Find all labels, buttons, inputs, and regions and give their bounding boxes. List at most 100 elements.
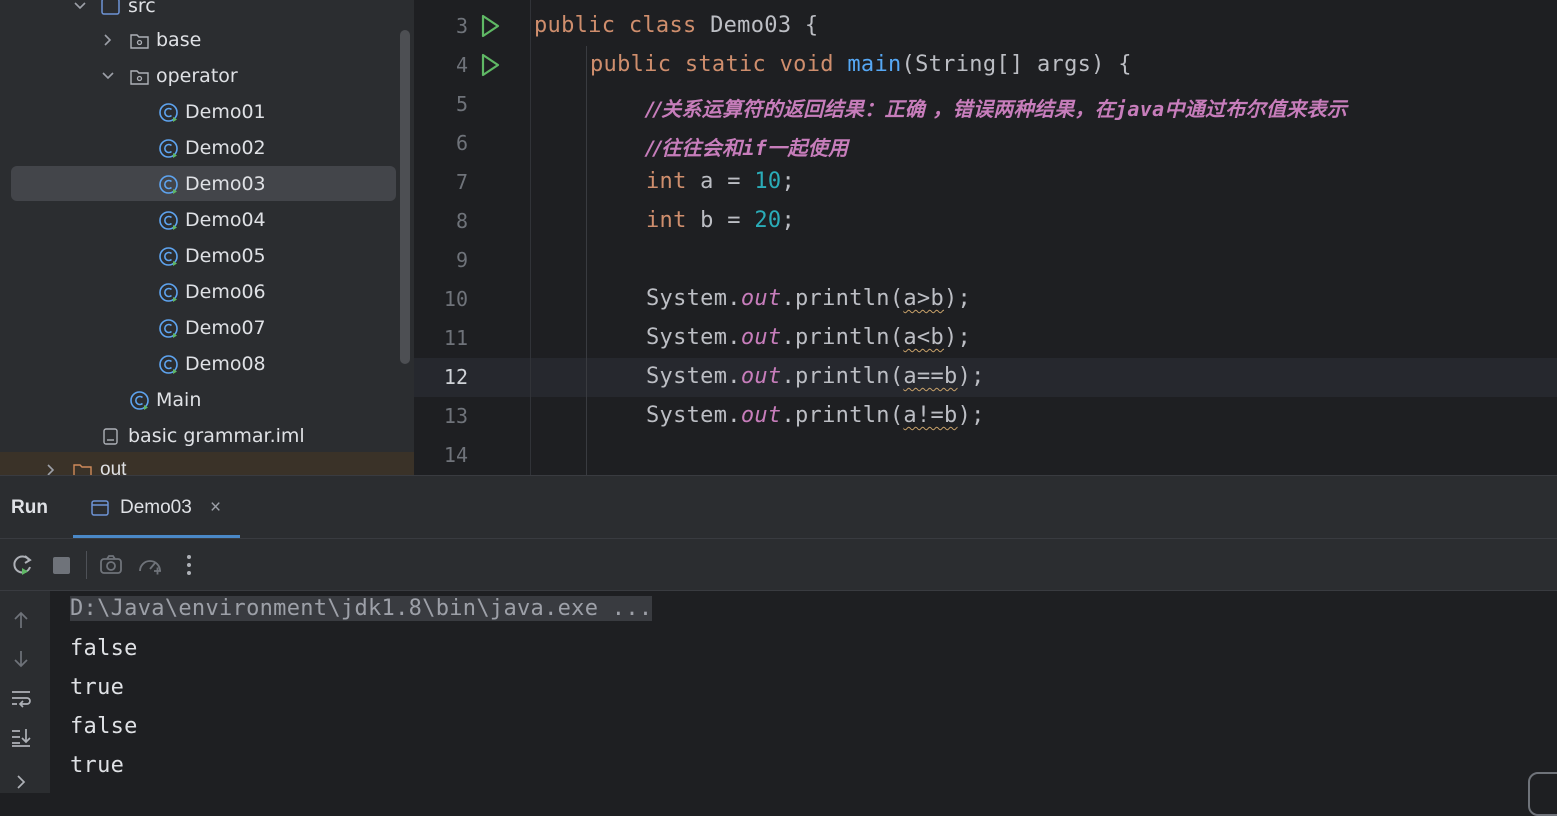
chevron-down-icon[interactable] [73,0,87,13]
line-number: 3 [455,14,468,38]
indent-guide [530,0,531,475]
tree-item-out[interactable]: out [0,452,414,475]
tree-item-demo04[interactable]: Demo04 [0,202,414,238]
line-number: 13 [443,404,468,428]
console-output-line: false [70,636,138,661]
chevron-right-icon[interactable] [44,463,58,475]
arrow-up-icon[interactable] [10,609,32,631]
code-text: System.out.println(a!=b); [646,403,985,428]
run-panel-header: Run Demo03 × [0,476,1557,539]
console-output[interactable]: D:\Java\environment\jdk1.8\bin\java.exe … [50,591,1557,793]
warning-expression[interactable]: a!=b [903,403,957,428]
comment: //关系运算符的返回结果：正确 ，错误两种结果，在java中通过布尔值来表示 [646,93,1347,122]
tree-item-src[interactable]: src [0,0,414,24]
keyword: public class [534,13,711,38]
tree-item-demo08[interactable]: Demo08 [0,346,414,382]
method-name: main [847,52,902,77]
profiler-icon[interactable] [137,552,163,578]
tree-item-basic-grammar-iml[interactable]: basic grammar.iml [0,418,414,454]
warning-expression[interactable]: a<b [903,325,944,350]
java-class-icon [159,103,178,122]
arrow-down-icon[interactable] [10,648,32,670]
run-gutter-icon[interactable] [478,13,502,39]
code-rest: .println( [781,364,904,389]
code-line[interactable]: 3 public class Demo03 { [414,7,1557,46]
tree-item-label: Demo08 [185,353,266,375]
stop-icon[interactable] [49,552,75,578]
line-number: 10 [443,287,468,311]
rerun-icon[interactable] [9,552,35,578]
code-text: public static void main(String[] args) { [590,52,1132,77]
comment-text: //关系运算符的返回结果：正确 ，错误两种结果，在 [646,97,1116,121]
tree-item-demo07[interactable]: Demo07 [0,310,414,346]
comment-text: 一起使用 [767,136,849,160]
tree-scrollbar[interactable] [400,30,410,364]
tree-item-demo03[interactable]: Demo03 [0,166,414,202]
java-class-icon [159,319,178,338]
java-class-icon [159,175,178,194]
tree-item-demo02[interactable]: Demo02 [0,130,414,166]
tree-item-main[interactable]: Main [0,382,414,418]
run-tab-demo03[interactable]: Demo03 × [73,476,240,538]
code-rest: .println( [781,403,904,428]
java-class-icon [159,283,178,302]
code-text: System.out.println(a<b); [646,325,971,350]
tree-item-label: basic grammar.iml [128,425,305,447]
code-rest: a = [686,169,755,194]
active-tab-indicator [73,535,240,538]
code-rest: (String[] args) { [901,52,1132,77]
soft-wrap-icon[interactable] [10,687,32,709]
module-file-icon [103,428,118,445]
line-number: 5 [455,92,468,116]
number-literal: 10 [754,169,782,194]
screenshot-icon[interactable] [98,552,124,578]
tree-item-demo06[interactable]: Demo06 [0,274,414,310]
tree-item-base[interactable]: base [0,22,414,58]
code-editor[interactable]: 3 public class Demo03 { 4 public static … [414,0,1557,475]
tree-item-label: Demo02 [185,137,266,159]
console-output-line: true [70,675,125,700]
chevron-right-icon[interactable] [101,33,115,47]
code-text: System.out.println(a==b); [646,364,985,389]
chevron-down-icon[interactable] [101,69,115,83]
tree-item-label: Demo07 [185,317,266,339]
code-rest: ); [957,403,985,428]
code-rest: b = [686,208,755,233]
line-number: 4 [455,53,468,77]
scroll-to-end-icon[interactable] [10,726,32,748]
line-number: 8 [455,209,468,233]
code-rest: ; [781,208,796,233]
code-rest: System. [646,364,741,389]
more-icon[interactable] [176,552,202,578]
chevron-right-icon[interactable] [10,771,32,793]
corner-widget-button[interactable] [1528,772,1557,816]
static-field: out [740,364,782,389]
code-rest: ); [944,325,972,350]
tree-item-label: Demo01 [185,101,266,123]
tree-item-operator[interactable]: operator [0,58,414,94]
line-number: 7 [455,170,468,194]
warning-expression[interactable]: a>b [903,286,944,311]
tree-item-label: out [100,459,127,475]
console-side-toolbar [0,591,50,793]
run-panel-title: Run [11,497,48,518]
line-number: 14 [443,443,468,467]
run-toolbar [0,539,1557,591]
console-output-line: false [70,714,138,739]
tree-item-demo05[interactable]: Demo05 [0,238,414,274]
close-icon[interactable]: × [210,497,221,519]
package-icon [130,34,149,49]
class-name: Demo03 { [710,13,819,38]
tree-item-label: Main [156,389,202,411]
code-rest: .println( [781,286,904,311]
tree-item-demo01[interactable]: Demo01 [0,94,414,130]
java-class-icon [159,355,178,374]
tree-item-label: src [128,0,156,17]
warning-expression[interactable]: a==b [903,364,957,389]
console-command-line[interactable]: D:\Java\environment\jdk1.8\bin\java.exe … [70,596,653,621]
code-rest: System. [646,286,741,311]
code-rest: ); [944,286,972,311]
run-gutter-icon[interactable] [478,52,502,78]
code-text: int a = 10; [646,169,795,194]
code-text: System.out.println(a>b); [646,286,971,311]
